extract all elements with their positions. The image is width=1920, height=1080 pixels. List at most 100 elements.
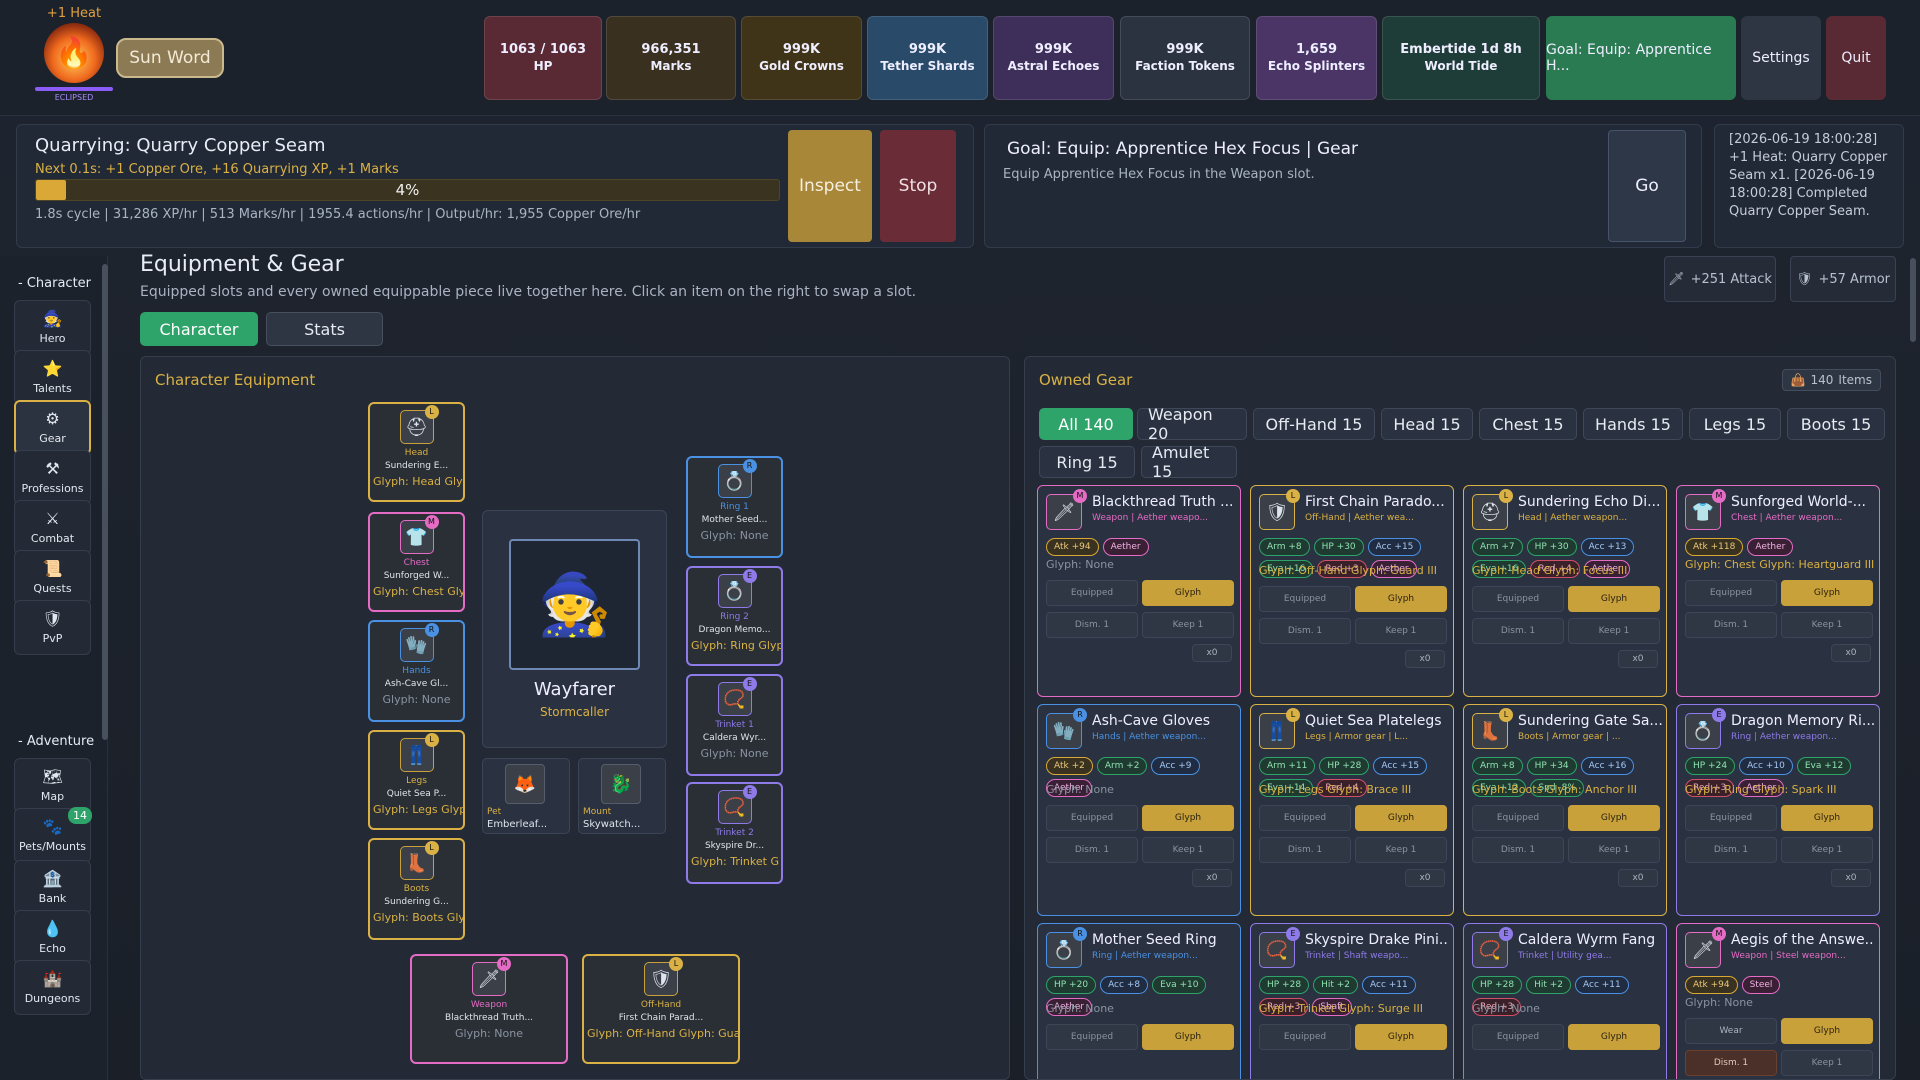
keep-button[interactable]: Keep 1	[1142, 612, 1234, 638]
equipped-button[interactable]: Equipped	[1259, 1024, 1351, 1050]
equipped-button[interactable]: Equipped	[1685, 580, 1777, 606]
dismantle-button[interactable]: Dism. 1	[1046, 837, 1138, 863]
sidebar-item-dungeons[interactable]: 🏰 Dungeons	[14, 960, 91, 1015]
glyph-button[interactable]: Glyph	[1355, 586, 1447, 612]
tab-character[interactable]: Character	[140, 312, 258, 346]
equipped-button[interactable]: Equipped	[1259, 805, 1351, 831]
goal-button[interactable]: Goal: Equip: Apprentice H...	[1546, 16, 1736, 100]
quit-button[interactable]: Quit	[1826, 16, 1886, 100]
equipped-button[interactable]: Equipped	[1259, 586, 1351, 612]
equipped-button[interactable]: Equipped	[1046, 805, 1138, 831]
keep-button[interactable]: Keep 1	[1355, 837, 1447, 863]
gear-card[interactable]: 👖 L Quiet Sea Platelegs Legs | Armor gear |…	[1250, 704, 1454, 916]
glyph-button[interactable]: Glyph	[1355, 1024, 1447, 1050]
equip-slot-boots[interactable]: 👢 L Boots Sundering G... Glyph: Boots Gly	[368, 838, 465, 940]
filter-boots[interactable]: Boots 15	[1787, 408, 1885, 440]
dismantle-button[interactable]: Dism. 1	[1259, 618, 1351, 644]
sidebar-item-pets-mounts[interactable]: 🐾 Pets/Mounts 14	[14, 807, 92, 863]
filter-weapon[interactable]: Weapon 20	[1137, 405, 1247, 443]
equip-slot-weapon[interactable]: 🗡 M Weapon Blackthread Truth... Glyph: None	[410, 954, 568, 1064]
mount-slot[interactable]: 🐉 Mount Skywatch...	[578, 758, 666, 834]
sidebar-item-professions[interactable]: ⚒ Professions	[14, 450, 91, 505]
gear-card[interactable]: 💍 E Dragon Memory Ri... Ring | Aether weapo…	[1676, 704, 1880, 916]
glyph-button[interactable]: Glyph	[1142, 580, 1234, 606]
keep-button[interactable]: Keep 1	[1781, 1050, 1873, 1076]
glyph-button[interactable]: Glyph	[1355, 805, 1447, 831]
gear-card[interactable]: 🗡 M Blackthread Truth ... Weapon | Aether w…	[1037, 485, 1241, 697]
sidebar-scrollbar[interactable]	[102, 264, 108, 740]
equipped-button[interactable]: Equipped	[1046, 580, 1138, 606]
dismantle-button[interactable]: Dism. 1	[1685, 1050, 1777, 1076]
keep-button[interactable]: Keep 1	[1355, 618, 1447, 644]
equip-slot-ring-1[interactable]: 💍 R Ring 1 Mother Seed... Glyph: None	[686, 456, 783, 558]
equipped-button[interactable]: Equipped	[1472, 586, 1564, 612]
equipped-button[interactable]: Equipped	[1046, 1024, 1138, 1050]
dismantle-button[interactable]: Dism. 1	[1472, 618, 1564, 644]
sidebar-item-bank[interactable]: 🏦 Bank	[14, 860, 91, 915]
inspect-button[interactable]: Inspect	[788, 130, 872, 242]
equip-slot-legs[interactable]: 👖 L Legs Quiet Sea P... Glyph: Legs Glyp	[368, 730, 465, 830]
equipped-button[interactable]: Equipped	[1685, 805, 1777, 831]
sidebar-item-hero[interactable]: 🧙 Hero	[14, 300, 91, 355]
sidebar-item-talents[interactable]: ⭐ Talents	[14, 350, 91, 405]
keep-button[interactable]: Keep 1	[1781, 837, 1873, 863]
dismantle-button[interactable]: Dism. 1	[1685, 612, 1777, 638]
gear-card[interactable]: 🛡 L First Chain Parado... Off-Hand | Aether…	[1250, 485, 1454, 697]
equip-slot-ring-2[interactable]: 💍 E Ring 2 Dragon Memo... Glyph: Ring Glyp	[686, 566, 783, 666]
equip-slot-off-hand[interactable]: 🛡 L Off-Hand First Chain Parad... Glyph: Off…	[582, 954, 740, 1064]
keep-button[interactable]: Keep 1	[1568, 837, 1660, 863]
glyph-button[interactable]: Glyph	[1568, 805, 1660, 831]
gear-card[interactable]: 📿 E Caldera Wyrm Fang Trinket | Utility gea…	[1463, 923, 1667, 1079]
keep-button[interactable]: Keep 1	[1781, 612, 1873, 638]
filter-hands[interactable]: Hands 15	[1583, 408, 1683, 440]
keep-button[interactable]: Keep 1	[1568, 618, 1660, 644]
filter-head[interactable]: Head 15	[1381, 408, 1473, 440]
settings-button[interactable]: Settings	[1741, 16, 1821, 100]
gear-card[interactable]: 🗡 M Aegis of the Answe... Weapon | Steel we…	[1676, 923, 1880, 1079]
page-scrollbar[interactable]	[1910, 258, 1916, 342]
glyph-button[interactable]: Glyph	[1568, 586, 1660, 612]
equip-slot-trinket-2[interactable]: 📿 E Trinket 2 Skyspire Dr... Glyph: Trinket …	[686, 782, 783, 884]
sun-word-button[interactable]: Sun Word	[116, 38, 224, 78]
filter-chest[interactable]: Chest 15	[1479, 408, 1577, 440]
sidebar-item-quests[interactable]: 📜 Quests	[14, 550, 91, 605]
filter-off-hand[interactable]: Off-Hand 15	[1253, 408, 1375, 440]
glyph-button[interactable]: Glyph	[1781, 805, 1873, 831]
dismantle-button[interactable]: Dism. 1	[1472, 837, 1564, 863]
glyph-button[interactable]: Glyph	[1781, 1018, 1873, 1044]
sidebar-item-map[interactable]: 🗺 Map	[14, 758, 91, 813]
dismantle-button[interactable]: Dism. 1	[1046, 612, 1138, 638]
sidebar-item-gear[interactable]: ⚙ Gear	[14, 400, 91, 455]
heat-indicator[interactable]: +1 Heat 🔥 ECLIPSED	[34, 6, 114, 102]
sidebar-item-combat[interactable]: ⚔ Combat	[14, 500, 91, 555]
glyph-button[interactable]: Glyph	[1568, 1024, 1660, 1050]
filter-legs[interactable]: Legs 15	[1689, 408, 1781, 440]
sidebar-item-echo[interactable]: 💧 Echo	[14, 910, 91, 965]
glyph-button[interactable]: Glyph	[1781, 580, 1873, 606]
dismantle-button[interactable]: Dism. 1	[1685, 837, 1777, 863]
dismantle-button[interactable]: Dism. 1	[1259, 837, 1351, 863]
wear-button[interactable]: Wear	[1685, 1018, 1777, 1044]
tab-stats[interactable]: Stats	[266, 312, 383, 346]
equipped-button[interactable]: Equipped	[1472, 1024, 1564, 1050]
filter-ring[interactable]: Ring 15	[1039, 446, 1135, 478]
gear-card[interactable]: 📿 E Skyspire Drake Pini... Trinket | Shaft …	[1250, 923, 1454, 1079]
pet-slot[interactable]: 🦊 Pet Emberleaf...	[482, 758, 570, 834]
gear-card[interactable]: 👢 L Sundering Gate Sa... Boots | Armor gear…	[1463, 704, 1667, 916]
equipped-button[interactable]: Equipped	[1472, 805, 1564, 831]
glyph-button[interactable]: Glyph	[1142, 1024, 1234, 1050]
sidebar-item-pvp[interactable]: 🛡 PvP	[14, 600, 91, 655]
equip-slot-trinket-1[interactable]: 📿 E Trinket 1 Caldera Wyr... Glyph: None	[686, 674, 783, 776]
go-button[interactable]: Go	[1608, 130, 1686, 242]
filter-amulet[interactable]: Amulet 15	[1141, 443, 1237, 481]
equip-slot-chest[interactable]: 👕 M Chest Sunforged W... Glyph: Chest Gly	[368, 512, 465, 612]
gear-card[interactable]: 🧤 R Ash-Cave Gloves Hands | Aether weapon..…	[1037, 704, 1241, 916]
glyph-button[interactable]: Glyph	[1142, 805, 1234, 831]
gear-card[interactable]: 👕 M Sunforged World-... Chest | Aether weap…	[1676, 485, 1880, 697]
filter-all[interactable]: All 140	[1039, 408, 1133, 440]
stop-button[interactable]: Stop	[880, 130, 956, 242]
equip-slot-hands[interactable]: 🧤 R Hands Ash-Cave Gl... Glyph: None	[368, 620, 465, 722]
keep-button[interactable]: Keep 1	[1142, 837, 1234, 863]
equip-slot-head[interactable]: ⛑ L Head Sundering E... Glyph: Head Gly	[368, 402, 465, 502]
gear-card[interactable]: ⛑ L Sundering Echo Di... Head | Aether weap…	[1463, 485, 1667, 697]
